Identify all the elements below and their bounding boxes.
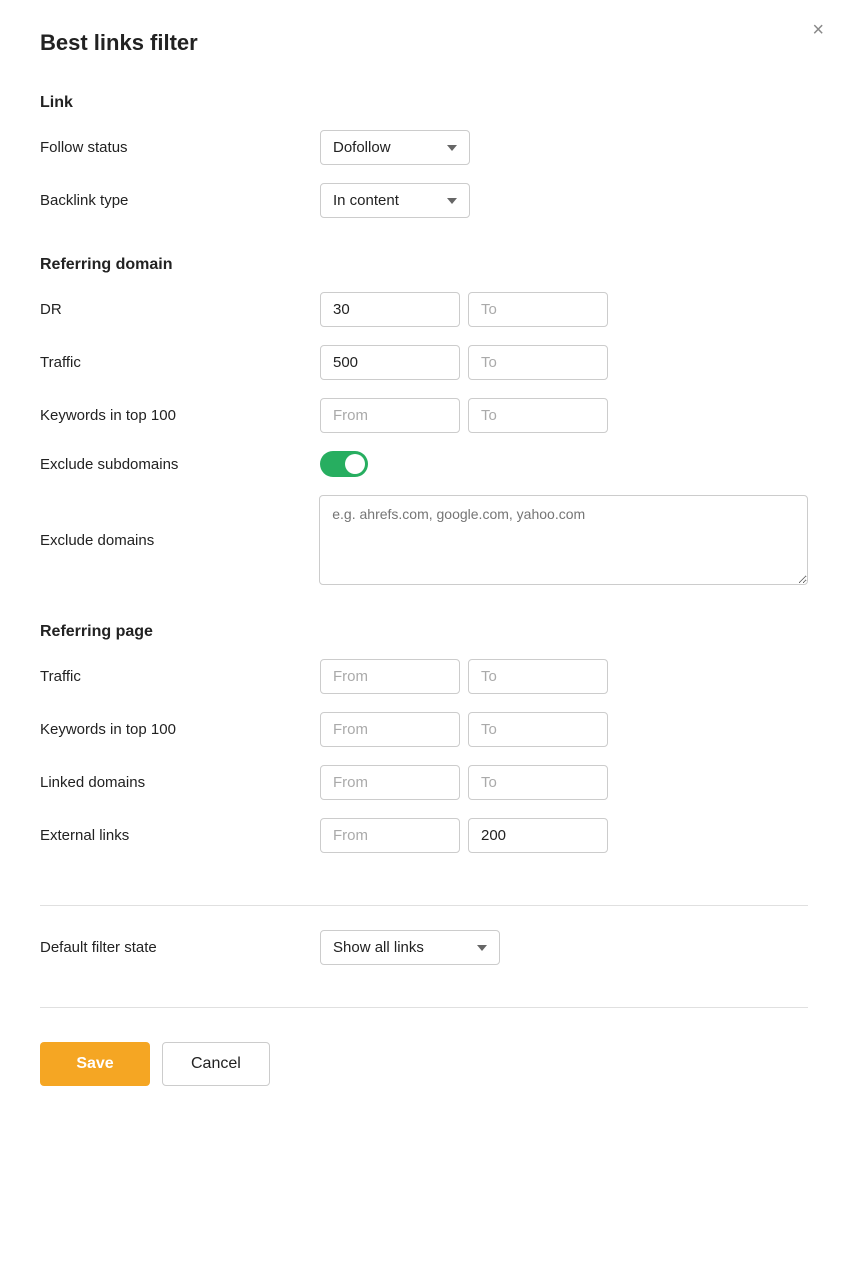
- close-button[interactable]: ×: [812, 20, 824, 40]
- referring-domain-section: Referring domain DR Traffic Keywords in …: [40, 246, 808, 603]
- backlink-type-inputs: In content Sitewide All: [320, 183, 470, 218]
- backlink-type-row: Backlink type In content Sitewide All: [40, 183, 808, 218]
- external-links-label: External links: [40, 827, 320, 844]
- link-section-title: Link: [40, 94, 808, 112]
- exclude-domains-row: Exclude domains: [40, 495, 808, 585]
- external-links-inputs: [320, 818, 608, 853]
- rp-keywords-from-input[interactable]: [320, 712, 460, 747]
- save-button[interactable]: Save: [40, 1042, 150, 1086]
- divider-2: [40, 1007, 808, 1008]
- rp-keywords-to-input[interactable]: [468, 712, 608, 747]
- rp-traffic-row: Traffic: [40, 659, 808, 694]
- linked-domains-to-input[interactable]: [468, 765, 608, 800]
- follow-status-label: Follow status: [40, 139, 320, 156]
- rd-keywords-label: Keywords in top 100: [40, 407, 320, 424]
- linked-domains-label: Linked domains: [40, 774, 320, 791]
- follow-status-row: Follow status Dofollow Nofollow All: [40, 130, 808, 165]
- exclude-subdomains-toggle-wrapper: [320, 451, 368, 477]
- follow-status-inputs: Dofollow Nofollow All: [320, 130, 470, 165]
- dr-label: DR: [40, 301, 320, 318]
- rd-traffic-inputs: [320, 345, 608, 380]
- dr-to-input[interactable]: [468, 292, 608, 327]
- rp-traffic-label: Traffic: [40, 668, 320, 685]
- dr-from-input[interactable]: [320, 292, 460, 327]
- backlink-type-label: Backlink type: [40, 192, 320, 209]
- backlink-type-select[interactable]: In content Sitewide All: [320, 183, 470, 218]
- external-links-to-input[interactable]: [468, 818, 608, 853]
- default-filter-label: Default filter state: [40, 939, 320, 956]
- external-links-row: External links: [40, 818, 808, 853]
- cancel-button[interactable]: Cancel: [162, 1042, 270, 1086]
- footer-buttons: Save Cancel: [40, 1042, 808, 1096]
- default-filter-select[interactable]: Show all links Show best links Custom: [320, 930, 500, 965]
- exclude-domains-label: Exclude domains: [40, 532, 319, 549]
- rd-traffic-from-input[interactable]: [320, 345, 460, 380]
- link-section: Link Follow status Dofollow Nofollow All…: [40, 84, 808, 236]
- dr-row: DR: [40, 292, 808, 327]
- referring-page-title: Referring page: [40, 623, 808, 641]
- rd-keywords-from-input[interactable]: [320, 398, 460, 433]
- toggle-slider: [320, 451, 368, 477]
- default-filter-row: Default filter state Show all links Show…: [40, 930, 808, 965]
- follow-status-select[interactable]: Dofollow Nofollow All: [320, 130, 470, 165]
- rd-traffic-label: Traffic: [40, 354, 320, 371]
- exclude-subdomains-row: Exclude subdomains: [40, 451, 808, 477]
- referring-page-section: Referring page Traffic Keywords in top 1…: [40, 613, 808, 871]
- rp-keywords-inputs: [320, 712, 608, 747]
- divider-1: [40, 905, 808, 906]
- rd-keywords-inputs: [320, 398, 608, 433]
- rd-keywords-row: Keywords in top 100: [40, 398, 808, 433]
- rp-keywords-label: Keywords in top 100: [40, 721, 320, 738]
- linked-domains-row: Linked domains: [40, 765, 808, 800]
- rp-traffic-inputs: [320, 659, 608, 694]
- rp-traffic-to-input[interactable]: [468, 659, 608, 694]
- dr-inputs: [320, 292, 608, 327]
- referring-domain-title: Referring domain: [40, 256, 808, 274]
- modal-container: × Best links filter Link Follow status D…: [0, 0, 848, 1271]
- rd-traffic-row: Traffic: [40, 345, 808, 380]
- linked-domains-from-input[interactable]: [320, 765, 460, 800]
- modal-title: Best links filter: [40, 30, 808, 56]
- rd-traffic-to-input[interactable]: [468, 345, 608, 380]
- external-links-from-input[interactable]: [320, 818, 460, 853]
- rp-keywords-row: Keywords in top 100: [40, 712, 808, 747]
- rd-keywords-to-input[interactable]: [468, 398, 608, 433]
- exclude-domains-textarea[interactable]: [319, 495, 808, 585]
- exclude-subdomains-label: Exclude subdomains: [40, 456, 320, 473]
- linked-domains-inputs: [320, 765, 608, 800]
- exclude-subdomains-toggle[interactable]: [320, 451, 368, 477]
- rp-traffic-from-input[interactable]: [320, 659, 460, 694]
